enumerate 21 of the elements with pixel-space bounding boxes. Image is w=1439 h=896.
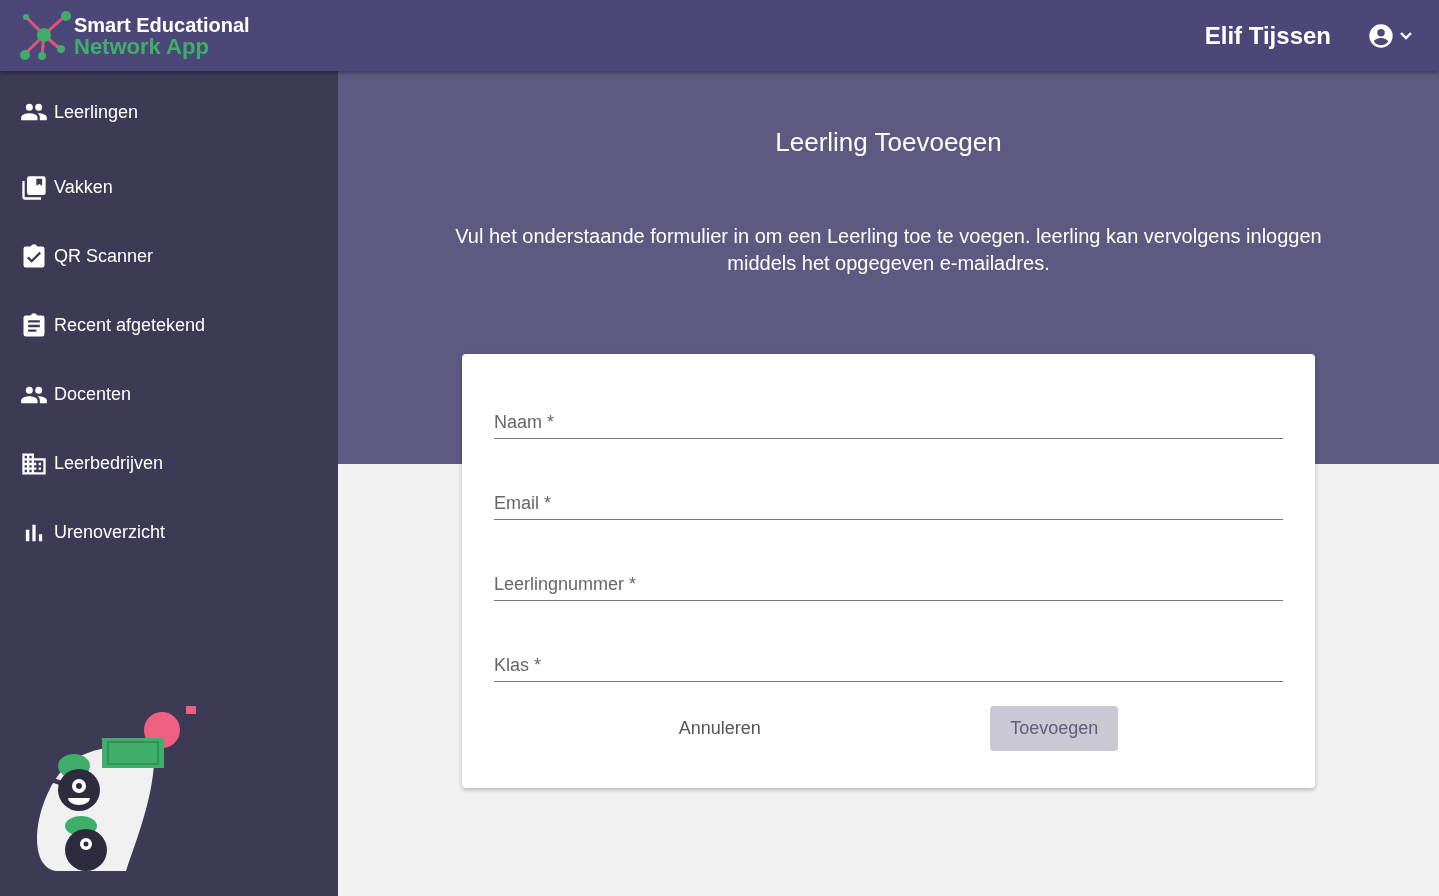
text-input-field[interactable]: Klas *	[494, 649, 1283, 682]
sidebar-item[interactable]: Recent afgetekend	[0, 291, 338, 360]
cancel-button[interactable]: Annuleren	[658, 706, 781, 751]
sidebar-item[interactable]: Vakken	[0, 153, 338, 222]
account-menu-button[interactable]	[1367, 21, 1413, 50]
sidebar-item[interactable]: Docenten	[0, 360, 338, 429]
sidebar-item[interactable]: Leerbedrijven	[0, 429, 338, 498]
text-input-field[interactable]: Email *	[494, 487, 1283, 520]
page-title: Leerling Toevoegen	[775, 127, 1002, 159]
user-name: Elif Tijssen	[1204, 21, 1331, 50]
chevron-down-icon	[1399, 30, 1413, 41]
page-description: Vul het onderstaande formulier in om een Leerling toe te voegen. leerling kan vervolgens inloggen middels het opgegeven e-mailadres.	[454, 224, 1323, 276]
text-input-field[interactable]: Naam *	[494, 406, 1283, 439]
text-input-field[interactable]: Leerlingnummer *	[494, 568, 1283, 601]
sidebar-item[interactable]: Urenoverzicht	[0, 498, 338, 567]
sidebar-item[interactable]: Leerlingen	[0, 71, 338, 153]
app-name: Smart Educational	[74, 13, 250, 36]
network-logo-icon	[20, 10, 72, 61]
app-name-subtitle: Network App	[74, 35, 210, 58]
library-books-icon	[20, 173, 48, 202]
sidebar-item[interactable]: QR Scanner	[0, 222, 338, 291]
